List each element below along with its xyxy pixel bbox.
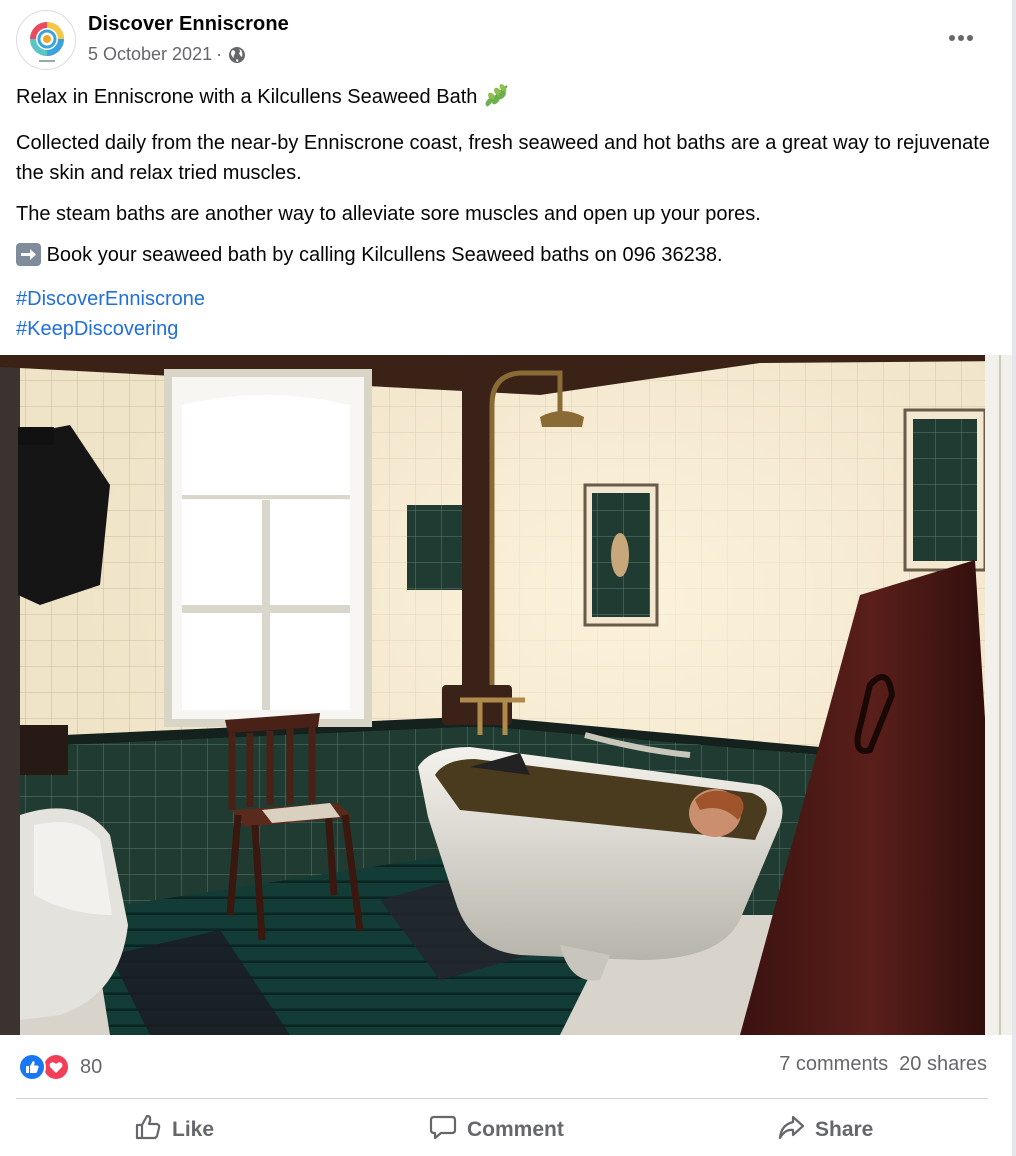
post-photo[interactable] [0, 355, 1012, 1035]
post-line-1: Relax in Enniscrone with a Kilcullens Se… [16, 82, 991, 117]
post-text: Relax in Enniscrone with a Kilcullens Se… [16, 82, 991, 344]
post-paragraph-3: The steam baths are another way to allev… [16, 203, 761, 225]
actions-divider [16, 1098, 988, 1099]
globe-icon [228, 46, 246, 64]
thumbs-up-icon [134, 1113, 162, 1147]
page-avatar[interactable] [16, 10, 76, 70]
engagement-counts: 7 comments 20 shares [779, 1053, 987, 1076]
post-paragraph-4: Book your seaweed bath by calling Kilcul… [16, 240, 991, 275]
hashtag-link[interactable]: #DiscoverEnniscrone [16, 284, 991, 314]
like-reaction-icon [18, 1053, 46, 1081]
right-arrow-emoji-icon [16, 243, 41, 275]
shares-count-link[interactable]: 20 shares [899, 1053, 987, 1076]
share-label: Share [815, 1118, 874, 1141]
reaction-count: 80 [80, 1055, 103, 1078]
comment-bubble-icon [429, 1113, 457, 1147]
love-reaction-icon [42, 1053, 70, 1081]
herb-emoji-icon [483, 82, 511, 117]
comment-label: Comment [467, 1118, 564, 1141]
hashtag-link[interactable]: #KeepDiscovering [16, 314, 991, 344]
like-button[interactable]: Like [134, 1110, 214, 1150]
share-button[interactable]: Share [777, 1110, 873, 1150]
comments-count-link[interactable]: 7 comments [779, 1053, 888, 1076]
page-scrollbar-edge [1012, 0, 1016, 1156]
more-options-icon[interactable] [938, 22, 984, 54]
like-label: Like [172, 1118, 215, 1141]
share-arrow-icon [777, 1113, 805, 1147]
comment-button[interactable]: Comment [429, 1110, 564, 1150]
meta-separator: · [216, 44, 223, 64]
post-meta: 5 October 2021 · [88, 44, 246, 65]
page-name-link[interactable]: Discover Enniscrone [88, 13, 289, 36]
post-paragraph-2: Collected daily from the near-by Enniscr… [16, 132, 990, 184]
post-date[interactable]: 5 October 2021 [88, 44, 212, 65]
reactions-summary[interactable]: 80 [18, 1052, 102, 1082]
